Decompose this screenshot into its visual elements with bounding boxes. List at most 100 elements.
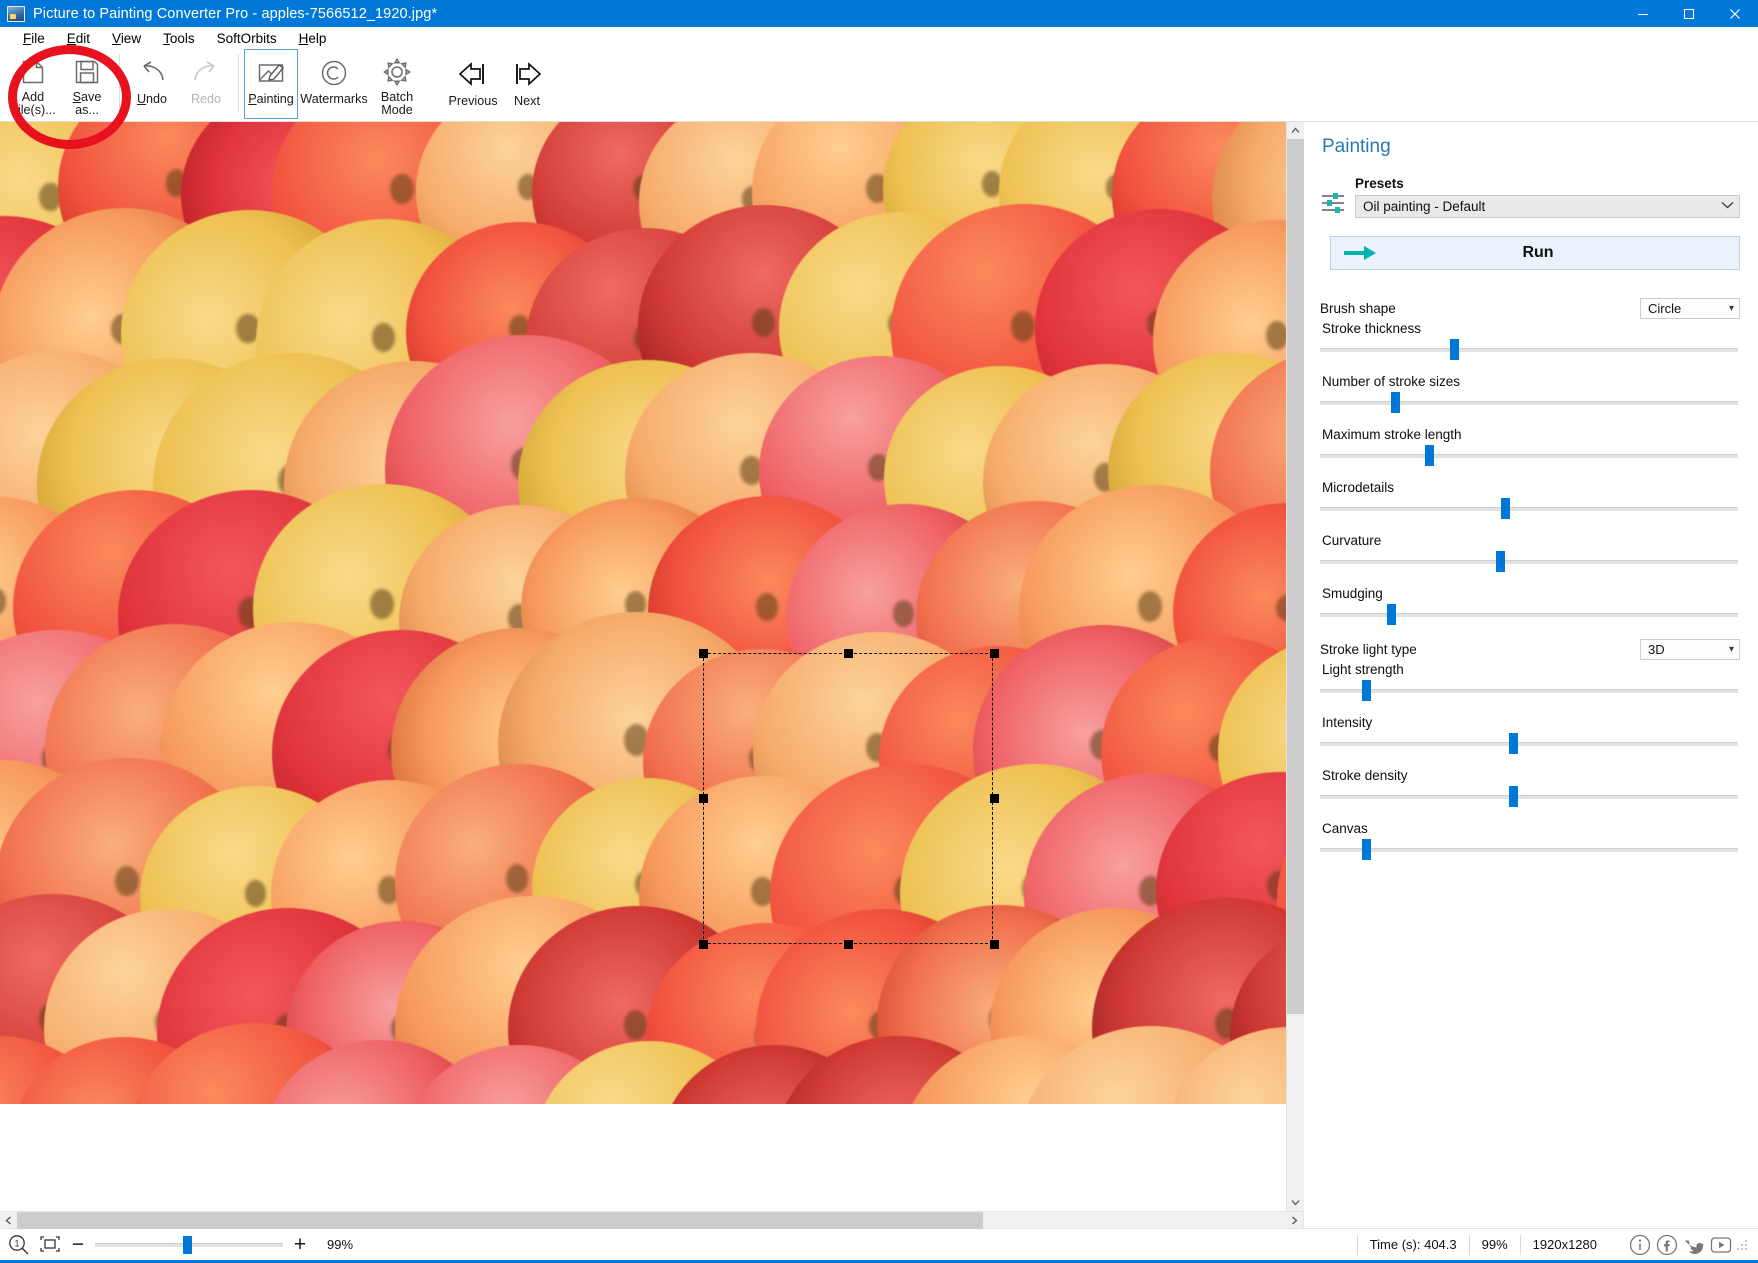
marquee-handle-n[interactable] bbox=[844, 649, 853, 658]
marquee-handle-sw[interactable] bbox=[699, 940, 708, 949]
save-as-label: Saveas... bbox=[73, 91, 102, 118]
batch-mode-button[interactable]: Batch Mode bbox=[370, 49, 424, 119]
zoom-slider-thumb[interactable] bbox=[183, 1236, 192, 1254]
svg-text:1: 1 bbox=[14, 1238, 19, 1248]
youtube-icon[interactable] bbox=[1708, 1232, 1734, 1258]
canvas-slider[interactable] bbox=[1320, 839, 1740, 861]
twitter-icon[interactable] bbox=[1681, 1232, 1707, 1258]
zoom-actual-size-icon[interactable]: 1 bbox=[8, 1234, 30, 1256]
canvas-vertical-scrollbar[interactable] bbox=[1286, 122, 1303, 1211]
zoom-slider[interactable] bbox=[95, 1236, 283, 1254]
close-button[interactable] bbox=[1712, 0, 1758, 27]
stroke-light-type-value: 3D bbox=[1648, 642, 1729, 657]
add-files-button[interactable]: Add File(s)... bbox=[6, 49, 60, 119]
scroll-right-icon[interactable] bbox=[1286, 1212, 1303, 1229]
slider-thumb[interactable] bbox=[1362, 680, 1371, 701]
slider-thumb[interactable] bbox=[1509, 786, 1518, 807]
slider-thumb[interactable] bbox=[1425, 445, 1434, 466]
menu-tools[interactable]: Tools bbox=[152, 29, 206, 48]
undo-icon bbox=[137, 56, 167, 90]
maximize-button[interactable] bbox=[1666, 0, 1712, 27]
save-as-button[interactable]: Saveas... bbox=[60, 49, 114, 119]
scroll-left-icon[interactable] bbox=[0, 1212, 17, 1229]
zoom-out-button[interactable]: − bbox=[70, 1234, 86, 1255]
slider-thumb[interactable] bbox=[1362, 839, 1371, 860]
processing-time-label: Time (s): 404.3 bbox=[1357, 1235, 1469, 1255]
next-button[interactable]: Next bbox=[500, 49, 554, 119]
brush-shape-select[interactable]: Circle ▾ bbox=[1640, 298, 1740, 319]
scroll-up-icon[interactable] bbox=[1287, 122, 1304, 139]
undo-button[interactable]: Undo bbox=[125, 49, 179, 119]
status-bar: 1 − + 99% Time (s): 404.3 99% bbox=[0, 1228, 1758, 1260]
smudging-label: Smudging bbox=[1322, 586, 1740, 601]
menu-view[interactable]: View bbox=[101, 29, 152, 48]
slider-thumb[interactable] bbox=[1496, 551, 1505, 572]
slider-thumb[interactable] bbox=[1509, 733, 1518, 754]
redo-button: Redo bbox=[179, 49, 233, 119]
selection-marquee[interactable] bbox=[703, 653, 993, 944]
previous-button[interactable]: Previous bbox=[446, 49, 500, 119]
slider-thumb[interactable] bbox=[1450, 339, 1459, 360]
next-arrow-icon bbox=[510, 56, 544, 92]
intensity-slider[interactable] bbox=[1320, 733, 1740, 755]
smudging-slider[interactable] bbox=[1320, 604, 1740, 626]
light-strength-slider[interactable] bbox=[1320, 680, 1740, 702]
slider-thumb[interactable] bbox=[1391, 392, 1400, 413]
gear-icon bbox=[382, 56, 412, 88]
menu-softorbits[interactable]: SoftOrbits bbox=[206, 29, 288, 48]
stroke-density-slider[interactable] bbox=[1320, 786, 1740, 808]
marquee-handle-s[interactable] bbox=[844, 940, 853, 949]
slider-track bbox=[1320, 689, 1738, 693]
run-label: Run bbox=[1377, 244, 1699, 262]
painting-button[interactable]: Painting bbox=[244, 49, 298, 119]
marquee-handle-ne[interactable] bbox=[990, 649, 999, 658]
fit-to-window-icon[interactable] bbox=[39, 1234, 61, 1256]
image-viewport[interactable] bbox=[0, 122, 1286, 1211]
horizontal-scroll-track[interactable] bbox=[17, 1212, 1286, 1229]
presets-column: Presets Oil painting - Default bbox=[1355, 176, 1740, 218]
marquee-handle-nw[interactable] bbox=[699, 649, 708, 658]
info-icon[interactable] bbox=[1627, 1232, 1653, 1258]
title-bar: Picture to Painting Converter Pro - appl… bbox=[0, 0, 1758, 27]
facebook-icon[interactable] bbox=[1654, 1232, 1680, 1258]
watermarks-button[interactable]: Watermarks bbox=[298, 49, 370, 119]
marquee-handle-se[interactable] bbox=[990, 940, 999, 949]
preset-select[interactable]: Oil painting - Default bbox=[1355, 195, 1740, 218]
marquee-handle-w[interactable] bbox=[699, 794, 708, 803]
microdetails-label: Microdetails bbox=[1322, 480, 1740, 495]
marquee-handle-e[interactable] bbox=[990, 794, 999, 803]
menu-help[interactable]: Help bbox=[288, 29, 338, 48]
slider-thumb[interactable] bbox=[1501, 498, 1510, 519]
chevron-down-icon: ▾ bbox=[1729, 644, 1734, 655]
slider-thumb[interactable] bbox=[1387, 604, 1396, 625]
stroke-light-type-label: Stroke light type bbox=[1320, 642, 1417, 657]
number-of-stroke-sizes-slider[interactable] bbox=[1320, 392, 1740, 414]
save-icon bbox=[73, 56, 101, 88]
undo-label: Undo bbox=[137, 93, 167, 107]
canvas-inner bbox=[0, 122, 1303, 1211]
stroke-thickness-slider[interactable] bbox=[1320, 339, 1740, 361]
status-scale-label: 99% bbox=[1469, 1235, 1520, 1255]
painting-preview-image[interactable] bbox=[0, 122, 1286, 1104]
app-icon bbox=[7, 6, 25, 22]
canvas-horizontal-scrollbar[interactable] bbox=[0, 1211, 1303, 1228]
next-label: Next bbox=[514, 95, 540, 109]
horizontal-scroll-thumb[interactable] bbox=[17, 1212, 983, 1229]
menu-file[interactable]: FFileile bbox=[12, 29, 56, 48]
maximum-stroke-length-slider[interactable] bbox=[1320, 445, 1740, 467]
vertical-scroll-thumb[interactable] bbox=[1287, 139, 1304, 1014]
chevron-down-icon: ▾ bbox=[1729, 303, 1734, 314]
microdetails-slider[interactable] bbox=[1320, 498, 1740, 520]
slider-track bbox=[1320, 742, 1738, 746]
zoom-in-button[interactable]: + bbox=[292, 1234, 308, 1255]
slider-track bbox=[1320, 401, 1738, 405]
stroke-thickness-label: Stroke thickness bbox=[1322, 321, 1740, 336]
curvature-slider[interactable] bbox=[1320, 551, 1740, 573]
vertical-scroll-track[interactable] bbox=[1287, 139, 1304, 1194]
menu-edit[interactable]: Edit bbox=[56, 29, 101, 48]
resize-grip-icon[interactable] bbox=[1735, 1238, 1749, 1252]
run-button[interactable]: Run bbox=[1330, 236, 1740, 270]
minimize-button[interactable] bbox=[1620, 0, 1666, 27]
stroke-light-type-select[interactable]: 3D ▾ bbox=[1640, 639, 1740, 660]
scroll-down-icon[interactable] bbox=[1287, 1194, 1304, 1211]
